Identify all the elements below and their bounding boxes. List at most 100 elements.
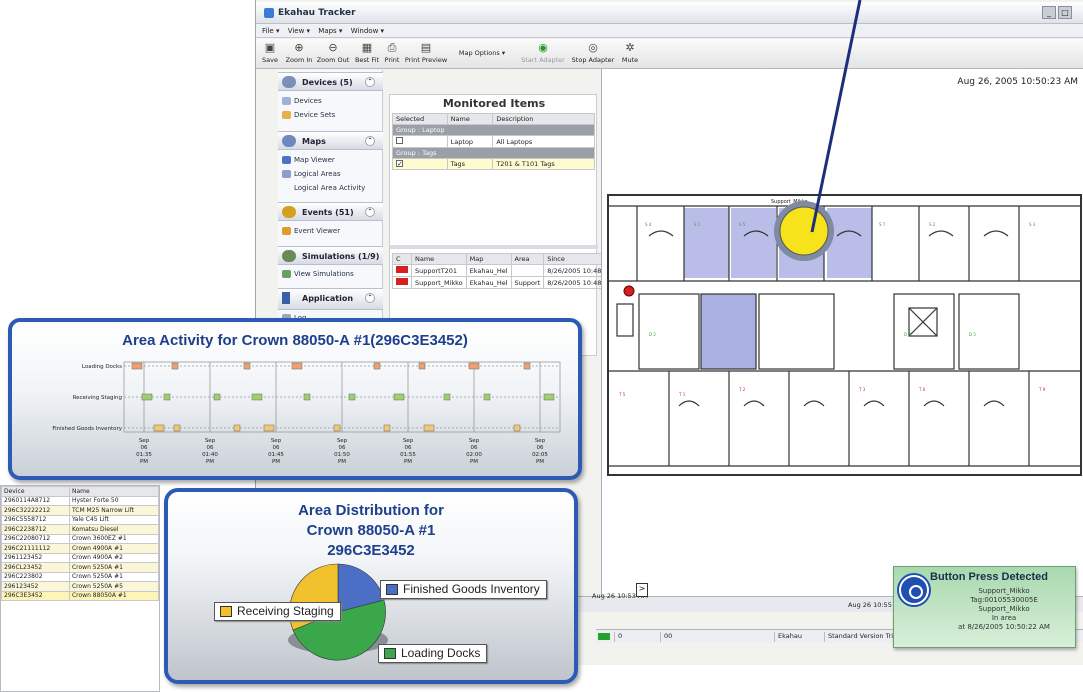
print-preview-icon: ▤ [420, 41, 432, 54]
timeline-play-button[interactable]: > [636, 583, 648, 597]
nav-item-view-simulations[interactable]: View Simulations [282, 270, 354, 278]
notification-title: Button Press Detected [930, 571, 1048, 583]
table-row[interactable]: Tags T201 & T101 Tags [392, 158, 595, 170]
table-row[interactable]: 2960114A8712 Hyster Forte 50 [1, 495, 160, 506]
table-row[interactable]: 296C223802 Crown 5250A #1 [1, 571, 160, 582]
print-button[interactable]: ⎙ Print [382, 41, 402, 67]
activity-mark [153, 424, 165, 432]
mute-button[interactable]: ✲ Mute [618, 41, 642, 67]
menu-maps[interactable]: Maps ▾ [318, 27, 342, 35]
application-section-header[interactable]: Application ⌃ [278, 288, 383, 310]
nav-item-logical-area-activity[interactable]: Logical Area Activity [294, 184, 365, 192]
svg-text:T 5: T 5 [618, 392, 626, 397]
column-header[interactable]: Name [446, 113, 494, 125]
maximize-button[interactable]: □ [1058, 6, 1072, 19]
start-adapter-button[interactable]: ◉ Start Adapter [518, 41, 568, 67]
selected-checkbox[interactable] [396, 160, 403, 167]
nav-item-map-viewer[interactable]: Map Viewer [282, 156, 335, 164]
nav-item-event-viewer[interactable]: Event Viewer [282, 227, 340, 235]
stop-adapter-button[interactable]: ◎ Stop Adapter [570, 41, 616, 67]
table-row[interactable]: 296CL23452 Crown 5250A #1 [1, 562, 160, 573]
activity-mark [423, 424, 435, 432]
column-header[interactable]: Area [510, 253, 545, 265]
zoom-out-button[interactable]: ⊖ Zoom Out [316, 41, 350, 67]
activity-mark [373, 362, 381, 370]
status-cell: 00 [660, 632, 770, 642]
activity-mark [171, 362, 179, 370]
x-tick-label: 06 [339, 445, 346, 451]
table-row[interactable]: 296C5558712 Yale C45 Lift [1, 514, 160, 525]
logical-areas-icon [282, 170, 291, 178]
nav-item-logical-areas[interactable]: Logical Areas [282, 170, 341, 178]
table-row[interactable]: 296C2238712 Komatsu Diesel [1, 524, 160, 535]
selected-checkbox[interactable] [396, 137, 403, 144]
x-tick-label: 01:40 [202, 452, 218, 458]
group-row-laptop[interactable]: Group : Laptop [392, 124, 595, 136]
collapse-icon[interactable]: ⌃ [365, 293, 375, 303]
device-name-cell: Crown 5250A #5 [68, 581, 160, 592]
column-header[interactable]: Name [411, 253, 467, 265]
device-id-cell: 296C21111112 [1, 543, 70, 554]
collapse-icon[interactable]: ⌃ [365, 207, 375, 217]
menu-window[interactable]: Window ▾ [351, 27, 384, 35]
svg-text:S 2: S 2 [929, 222, 936, 227]
maps-section-header[interactable]: Maps ⌃ [278, 131, 383, 150]
minimize-button[interactable]: _ [1042, 6, 1056, 19]
table-row[interactable]: 296C21111112 Crown 4900A #1 [1, 543, 160, 554]
simulations-section-header[interactable]: Simulations (1/9) [278, 246, 383, 265]
table-row[interactable]: 296C32222212 TCM M25 Narrow Lift [1, 505, 160, 516]
legend-finished-goods: Finished Goods Inventory [380, 580, 547, 599]
column-header[interactable]: C [392, 253, 412, 265]
group-row-tags[interactable]: Group : Tags [392, 147, 595, 159]
device-name-cell: TCM M25 Narrow Lift [68, 505, 160, 516]
status-color-icon [396, 266, 408, 273]
column-header[interactable]: Selected [392, 113, 448, 125]
column-header[interactable]: Description [492, 113, 595, 125]
x-tick-label: 01:55 [400, 452, 416, 458]
map-options-dropdown[interactable]: Map Options ▾ [456, 41, 508, 67]
table-row[interactable]: 296C22080712 Crown 3600EZ #1 [1, 533, 160, 544]
view-simulations-icon [282, 270, 291, 278]
nav-item-device-sets[interactable]: Device Sets [282, 111, 335, 119]
table-row[interactable]: Support_Mikko Ekahau_Hel Support 8/26/20… [392, 276, 616, 289]
zoom-in-button[interactable]: ⊕ Zoom In [284, 41, 314, 67]
collapse-icon[interactable]: ⌃ [365, 77, 375, 87]
table-row[interactable]: 296C3E3452 Crown 88050A #1 [1, 590, 160, 601]
devices-icon [282, 76, 296, 88]
x-tick-label: PM [470, 459, 478, 465]
activity-mark [333, 424, 341, 432]
x-tick-label: PM [536, 459, 544, 465]
x-tick-label: 06 [471, 445, 478, 451]
collapse-icon[interactable]: ⌃ [365, 136, 375, 146]
splitter[interactable] [390, 245, 598, 249]
svg-text:S 3: S 3 [1029, 222, 1036, 227]
map-viewer[interactable]: Aug 26, 2005 10:50:23 AM S 4 S 1 S 5 S 7… [601, 69, 1083, 609]
x-tick-label: PM [338, 459, 346, 465]
menu-view[interactable]: View ▾ [288, 27, 310, 35]
svg-text:D 2: D 2 [649, 332, 656, 337]
window-title: Ekahau Tracker [278, 8, 356, 18]
best-fit-icon: ▦ [361, 41, 373, 54]
menu-file[interactable]: File ▾ [262, 27, 279, 35]
activity-mark [383, 424, 391, 432]
table-row[interactable]: 2961123452 Crown 4900A #2 [1, 552, 160, 563]
devices-section-header[interactable]: Devices (5) ⌃ [278, 72, 383, 91]
column-header[interactable]: Map [465, 253, 512, 265]
row-label: Finished Goods Inventory [52, 426, 122, 432]
print-icon: ⎙ [387, 41, 397, 54]
column-header[interactable]: Name [68, 486, 160, 497]
floor-plan[interactable]: S 4S 1S 5 S 7S 2S 3 D 2D 4D 5 T 5T 1T 2 … [607, 194, 1082, 476]
column-header[interactable]: Device [1, 486, 70, 497]
mute-icon: ✲ [625, 41, 635, 54]
print-preview-button[interactable]: ▤ Print Preview [404, 41, 448, 67]
best-fit-button[interactable]: ▦ Best Fit [354, 41, 380, 67]
table-row[interactable]: 296123452 Crown 5250A #5 [1, 581, 160, 592]
button-press-notification[interactable]: Button Press Detected Support_Mikko Tag:… [893, 566, 1076, 648]
nav-item-devices[interactable]: Devices [282, 97, 322, 105]
x-tick-label: Sep [337, 438, 348, 444]
table-row[interactable]: SupportT201 Ekahau_Hel 8/26/2005 10:48:5… [392, 264, 616, 277]
table-row[interactable]: Laptop All Laptops [392, 135, 595, 148]
save-button[interactable]: ▣ Save [260, 41, 280, 67]
device-name-cell: Crown 4900A #1 [68, 543, 160, 554]
events-section-header[interactable]: Events (51) ⌃ [278, 202, 383, 221]
